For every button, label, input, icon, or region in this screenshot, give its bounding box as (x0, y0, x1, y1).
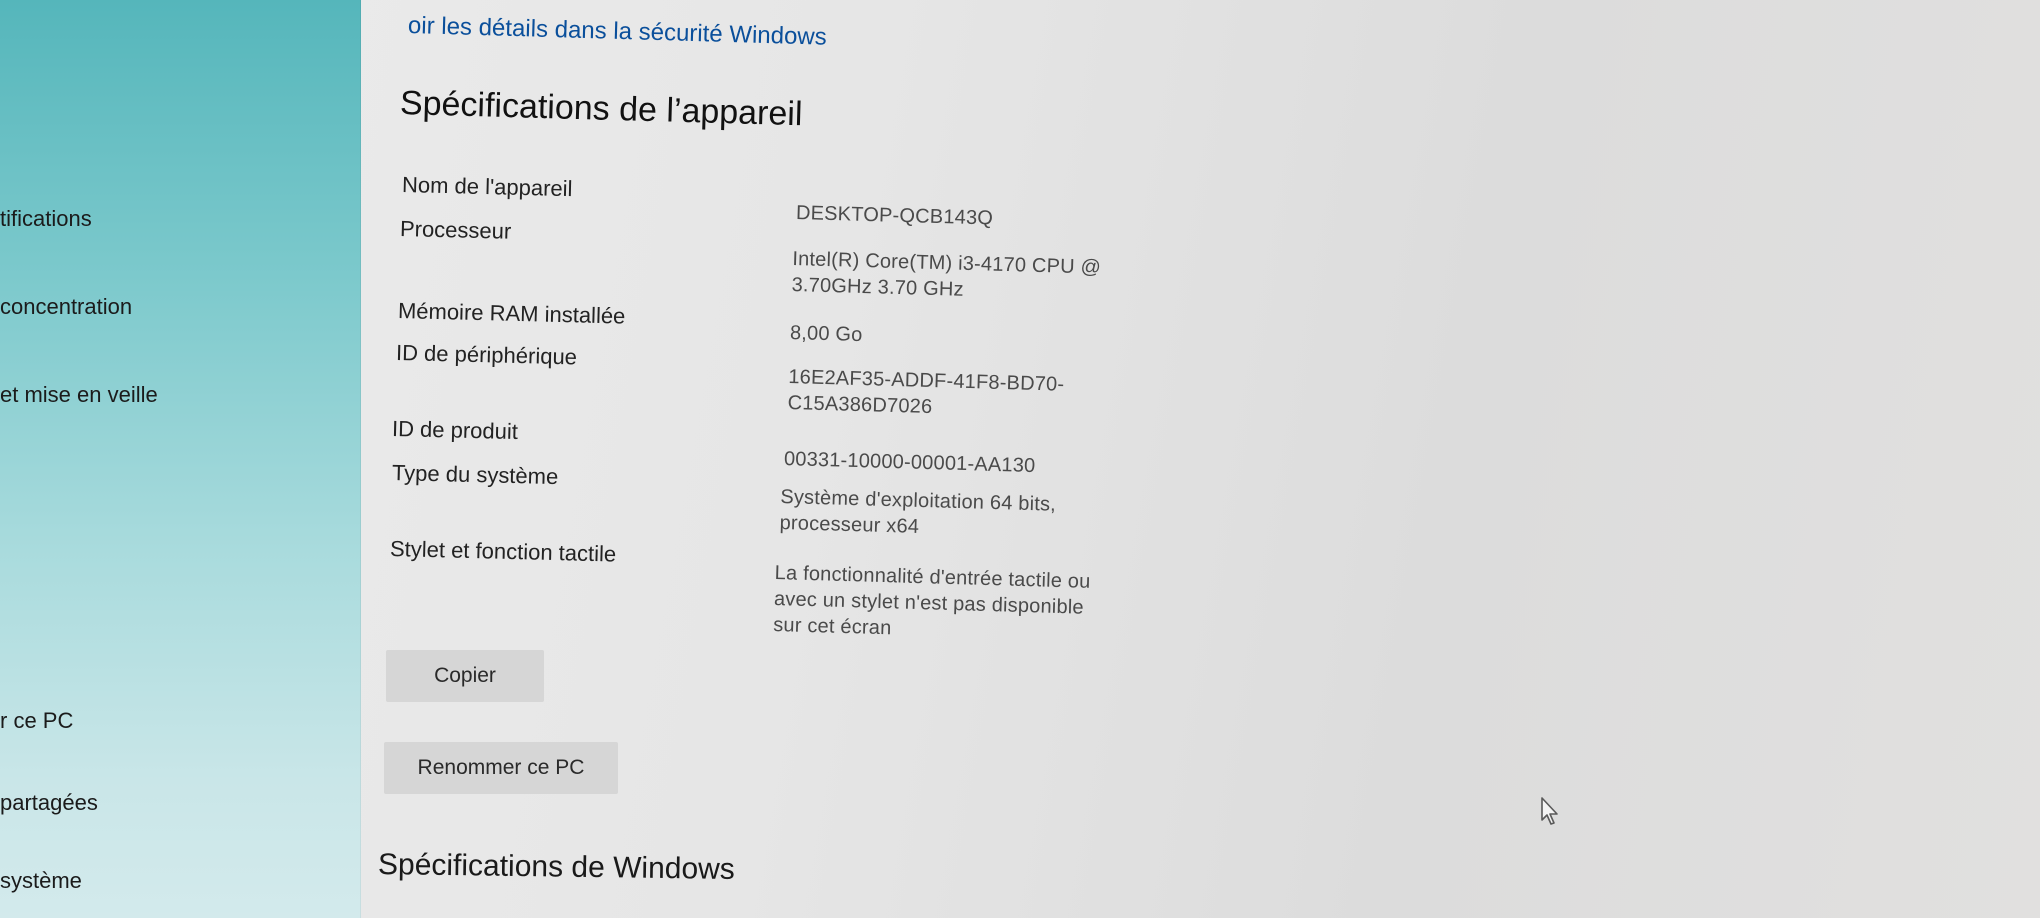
device-id-value: 16E2AF35-ADDF-41F8-BD70- C15A386D7026 (787, 366, 1065, 419)
product-id-value: 00331-10000-00001-AA130 (783, 448, 1036, 478)
ram-value: 8,00 Go (789, 322, 863, 347)
system-type-label: Type du système (391, 460, 559, 490)
processor-label: Processeur (399, 216, 512, 244)
sidebar-item-system-components[interactable]: système (0, 868, 82, 894)
pen-touch-label: Stylet et fonction tactile (389, 536, 617, 567)
sidebar-item-concentration[interactable]: concentration (0, 294, 132, 320)
windows-specs-title: Spécifications de Windows (377, 848, 736, 886)
device-id-label: ID de périphérique (395, 340, 578, 370)
pen-touch-value: La fonctionnalité d'entrée tactile ou av… (772, 562, 1091, 640)
copy-button[interactable]: Copier (386, 650, 544, 702)
sidebar-item-shared-experiences[interactable]: partagées (0, 790, 98, 816)
mouse-pointer-icon (1541, 797, 1558, 825)
sidebar-item-project-to-pc[interactable]: r ce PC (0, 708, 73, 734)
device-name-label: Nom de l'appareil (401, 172, 573, 202)
product-id-label: ID de produit (391, 416, 519, 445)
windows-security-link[interactable]: oir les détails dans la sécurité Windows (408, 12, 827, 52)
processor-value: Intel(R) Core(TM) i3-4170 CPU @ 3.70GHz … (791, 248, 1102, 301)
page-title: Spécifications de l’appareil (399, 84, 803, 134)
ram-label: Mémoire RAM installée (397, 298, 626, 329)
rename-pc-button[interactable]: Renommer ce PC (384, 742, 618, 794)
sidebar: tifications concentration et mise en vei… (0, 0, 361, 918)
sidebar-item-power-sleep[interactable]: et mise en veille (0, 382, 158, 408)
sidebar-item-notifications[interactable]: tifications (0, 206, 92, 232)
device-name-value: DESKTOP-QCB143Q (795, 202, 994, 230)
system-type-value: Système d'exploitation 64 bits, processe… (779, 486, 1057, 538)
